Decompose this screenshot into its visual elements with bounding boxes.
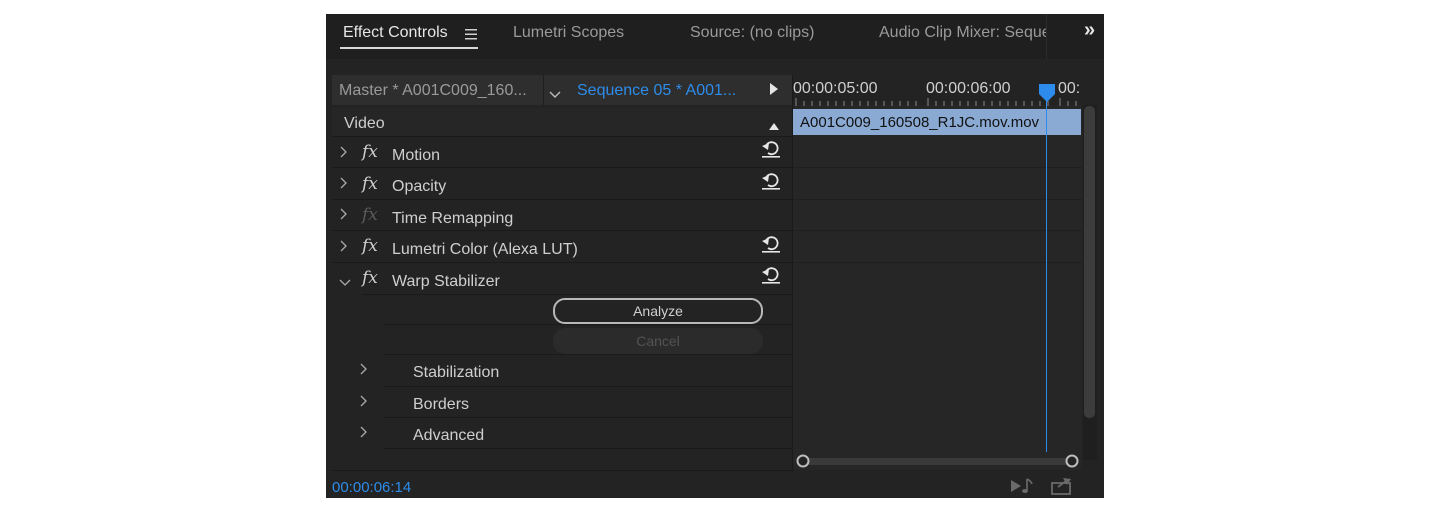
cancel-button[interactable]: Cancel [553, 328, 763, 354]
fx-opacity-icon[interactable]: fx [362, 174, 378, 194]
zoom-handle-left[interactable] [796, 454, 810, 468]
fx-time-remapping-icon: fx [362, 205, 378, 225]
zoom-scrollbar-track[interactable] [799, 458, 1075, 465]
expand-time-remapping-icon[interactable] [338, 207, 350, 221]
expand-motion-icon[interactable] [338, 145, 350, 159]
zoom-handle-right[interactable] [1065, 454, 1079, 468]
vertical-scrollbar-thumb[interactable] [1084, 106, 1095, 418]
tab-lumetri-scopes[interactable]: Lumetri Scopes [513, 24, 624, 42]
row-divider [332, 167, 793, 168]
sequence-clip-selector[interactable]: Sequence 05 * A001... [577, 82, 736, 100]
master-clip-selector[interactable]: Master * A001C009_160... [339, 82, 527, 100]
playhead-line [1046, 100, 1047, 452]
expand-lumetri-color-icon[interactable] [338, 239, 350, 253]
ruler-timecode-1: 00:00:05:00 [793, 80, 878, 97]
row-divider [332, 136, 793, 137]
effect-opacity-label: Opacity [392, 178, 447, 195]
ruler-timecode-2: 00:00:06:00 [926, 80, 1011, 97]
export-icon[interactable] [1051, 477, 1075, 495]
fx-warp-stabilizer-icon[interactable]: fx [362, 268, 378, 288]
row-divider [384, 324, 793, 325]
video-section-label: Video [344, 115, 385, 132]
row-divider [332, 262, 793, 263]
tab-divider [1046, 14, 1047, 59]
tab-audio-clip-mixer[interactable]: Audio Clip Mixer: Seque [879, 24, 1046, 42]
timeline-row-divider [793, 230, 1082, 231]
reset-warp-stabilizer-icon[interactable] [760, 264, 782, 286]
reset-opacity-icon[interactable] [760, 170, 782, 192]
current-time-display[interactable]: 00:00:06:14 [332, 479, 411, 496]
tab-source[interactable]: Source: (no clips) [690, 24, 815, 42]
ruler-timecode-3: 00: [1058, 80, 1081, 97]
collapse-up-icon[interactable] [768, 117, 780, 130]
group-stabilization-label: Stabilization [413, 364, 500, 381]
reset-lumetri-color-icon[interactable] [760, 233, 782, 255]
timeline-row-divider [793, 167, 1082, 168]
show-timeline-play-icon[interactable] [769, 82, 779, 95]
effect-lumetri-color-label: Lumetri Color (Alexa LUT) [392, 241, 578, 258]
expand-opacity-icon[interactable] [338, 176, 350, 190]
panel-bottom-border [332, 470, 793, 471]
row-divider [384, 386, 793, 387]
playhead-handle[interactable] [1039, 84, 1055, 102]
row-divider [362, 294, 793, 295]
row-divider [332, 199, 793, 200]
tab-bar: Effect Controls Lumetri Scopes Source: (… [326, 14, 1104, 59]
expand-stabilization-icon[interactable] [358, 362, 370, 376]
panel-menu-icon[interactable] [465, 27, 477, 40]
effect-time-remapping-label: Time Remapping [392, 210, 514, 227]
video-section-header [332, 108, 793, 136]
tab-effect-controls[interactable]: Effect Controls [343, 24, 448, 42]
group-advanced-label: Advanced [413, 427, 485, 444]
effect-warp-stabilizer-label: Warp Stabilizer [392, 273, 500, 290]
play-audio-icon[interactable] [1010, 477, 1034, 495]
expand-borders-icon[interactable] [358, 394, 370, 408]
row-divider [332, 230, 793, 231]
active-tab-underline [340, 47, 478, 49]
fx-motion-icon[interactable]: fx [362, 142, 378, 162]
group-borders-label: Borders [413, 396, 470, 413]
clip-name: A001C009_160508_R1JC.mov.mov [800, 114, 1040, 131]
expand-advanced-icon[interactable] [358, 425, 370, 439]
effect-controls-panel: Effect Controls Lumetri Scopes Source: (… [326, 14, 1104, 498]
reset-motion-icon[interactable] [760, 138, 782, 160]
fx-lumetri-color-icon[interactable]: fx [362, 236, 378, 256]
selector-divider [543, 75, 544, 105]
row-divider [384, 448, 793, 449]
analyze-button[interactable]: Analyze [553, 298, 763, 324]
timeline-row-divider [793, 262, 1082, 263]
collapse-warp-stabilizer-icon[interactable] [339, 274, 351, 286]
timeline-row-divider [793, 199, 1082, 200]
row-divider [384, 354, 793, 355]
row-divider [384, 417, 793, 418]
sequence-dropdown-chevron-icon[interactable] [549, 86, 561, 98]
tab-audio-clip-mixer-clip: Audio Clip Mixer: Seque [879, 14, 1046, 59]
effect-motion-label: Motion [392, 147, 441, 164]
tab-overflow-icon[interactable]: » [1084, 19, 1095, 42]
